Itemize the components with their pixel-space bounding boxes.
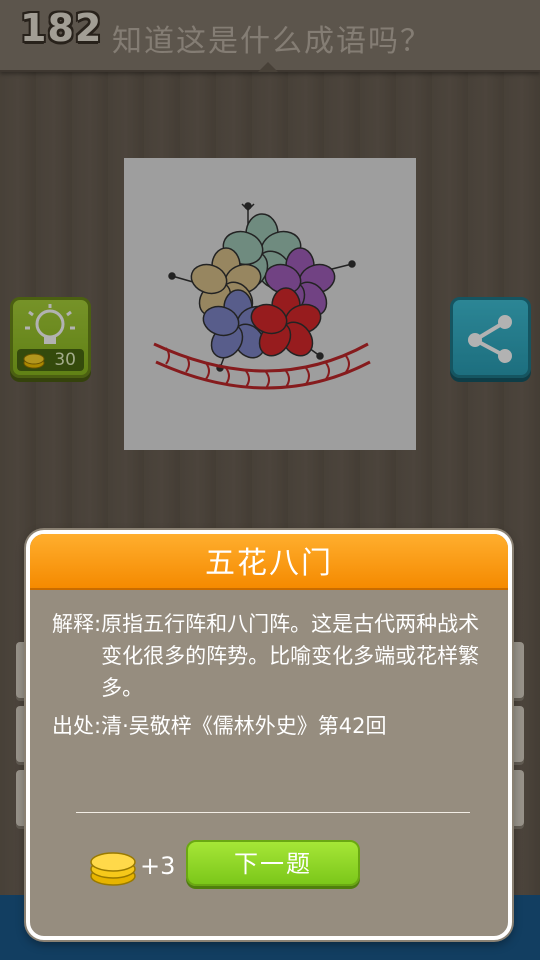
explanation-label: 解释:: [52, 612, 102, 636]
coins-icon: [90, 852, 136, 886]
idiom-answer: 五花八门: [205, 546, 333, 581]
source-text: 出处:清·吴敬梓《儒林外史》第42回: [52, 714, 387, 738]
next-question-button[interactable]: 下一题: [186, 840, 360, 886]
reward-amount: +3: [140, 852, 176, 880]
divider: [76, 812, 470, 813]
explanation-text: 原指五行阵和八门阵。这是古代两种战术变化很多的阵势。比喻变化多端或花样繁多。: [101, 612, 480, 700]
explanation: 解释: 原指五行阵和八门阵。这是古代两种战术变化很多的阵势。比喻变化多端或花样繁…: [52, 608, 492, 704]
answer-dialog: 五花八门 解释: 原指五行阵和八门阵。这是古代两种战术变化很多的阵势。比喻变化多…: [26, 530, 512, 940]
